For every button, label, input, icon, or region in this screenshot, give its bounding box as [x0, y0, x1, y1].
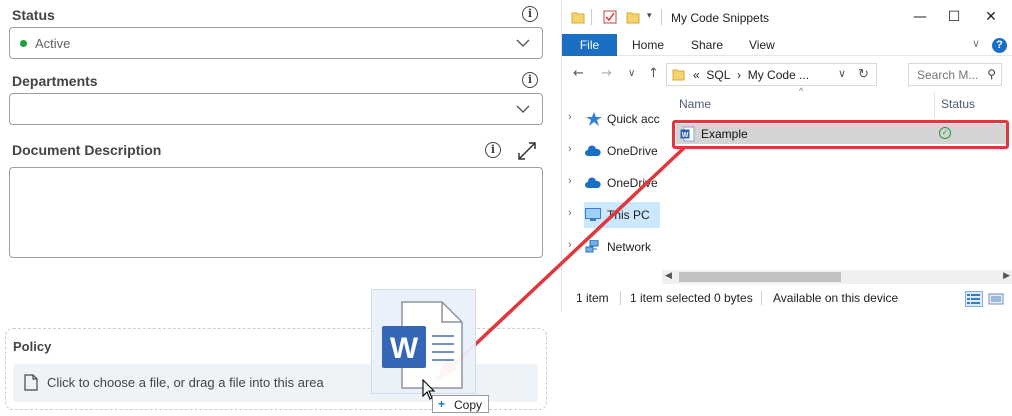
drop-area-text: Click to choose a file, or drag a file i… — [47, 375, 324, 390]
title-bar: ▾ My Code Snippets — ☐ ✕ — [562, 0, 1012, 34]
expand-arrow-icon[interactable]: › — [568, 239, 572, 251]
up-arrow-icon[interactable]: ↑ — [648, 66, 659, 81]
expand-arrow-icon[interactable]: › — [568, 207, 572, 219]
policy-label: Policy — [13, 339, 52, 354]
availability-status: Available on this device — [773, 291, 899, 305]
scrollbar-thumb[interactable] — [679, 272, 841, 282]
description-textarea[interactable] — [9, 167, 543, 258]
search-placeholder: Search M... — [917, 68, 979, 82]
nav-item-onedrive[interactable]: › OneDrive — [562, 138, 662, 164]
network-icon — [585, 240, 599, 253]
selection-size: 0 bytes — [714, 291, 753, 305]
chevron-down-icon — [516, 39, 530, 47]
ribbon-expand-icon[interactable]: ∨ — [972, 37, 980, 50]
copy-tooltip: + Copy — [432, 395, 489, 413]
breadcrumb-overflow[interactable]: « — [693, 68, 700, 82]
status-label: Status — [12, 7, 55, 23]
nav-item-quick-access[interactable]: › Quick acc — [562, 106, 662, 132]
scroll-right-icon[interactable]: ▶ — [1003, 270, 1010, 281]
nav-item-network[interactable]: › Network — [562, 234, 662, 260]
expand-icon[interactable] — [517, 141, 537, 161]
quick-access-dropdown-icon[interactable]: ▾ — [647, 10, 652, 21]
status-divider — [761, 291, 762, 305]
close-button[interactable]: ✕ — [971, 0, 1011, 34]
large-icons-view-button[interactable] — [987, 291, 1005, 307]
help-icon[interactable]: ? — [992, 38, 1007, 53]
item-count: 1 item — [576, 291, 609, 305]
info-icon[interactable]: i — [485, 142, 501, 158]
status-dot-icon — [20, 40, 27, 47]
nav-item-this-pc[interactable]: This PC — [584, 202, 660, 228]
forward-arrow-icon[interactable]: → — [601, 66, 612, 81]
search-input[interactable]: Search M... ⚲ — [908, 63, 1002, 86]
nav-item-label: OneDrive — [607, 144, 658, 158]
plus-icon: + — [438, 397, 446, 411]
tab-file[interactable]: File — [562, 34, 617, 56]
back-arrow-icon[interactable]: ← — [573, 66, 584, 81]
column-header-status[interactable]: Status — [941, 97, 975, 111]
word-document-icon: W — [382, 301, 463, 389]
breadcrumb-separator: › — [737, 68, 742, 82]
maximize-button[interactable]: ☐ — [934, 0, 974, 34]
nav-item-label: Quick acc — [607, 112, 660, 126]
scroll-left-icon[interactable]: ◀ — [665, 270, 672, 281]
info-icon[interactable]: i — [522, 6, 538, 22]
column-divider[interactable] — [934, 92, 935, 118]
highlight-box — [672, 120, 1009, 149]
selection-count: 1 item selected — [630, 291, 711, 305]
recent-locations-icon[interactable]: ∨ — [628, 68, 635, 79]
departments-label: Departments — [12, 73, 98, 89]
properties-icon[interactable] — [603, 10, 617, 24]
description-label: Document Description — [12, 142, 162, 158]
tab-share[interactable]: Share — [691, 38, 723, 52]
search-icon: ⚲ — [987, 67, 996, 81]
breadcrumb-item-current[interactable]: My Code ... — [748, 68, 809, 82]
column-header-name[interactable]: Name — [679, 97, 711, 111]
tab-view[interactable]: View — [749, 38, 775, 52]
status-select-value: Active — [35, 36, 71, 51]
nav-item-onedrive[interactable]: › OneDrive — [562, 170, 662, 196]
address-bar[interactable]: « SQL › My Code ... ∨ ↻ — [666, 63, 877, 86]
star-icon — [586, 112, 602, 126]
nav-item-label: This PC — [607, 208, 650, 222]
breadcrumb-item-sql[interactable]: SQL — [706, 68, 730, 82]
nav-item-label: OneDrive — [607, 176, 658, 190]
details-view-icon — [967, 294, 980, 304]
cloud-icon — [585, 177, 601, 188]
chevron-down-icon — [516, 105, 530, 113]
folder-icon — [672, 69, 685, 81]
monitor-icon — [585, 208, 601, 221]
navigation-pane: › Quick acc › OneDrive › OneDrive › This… — [562, 100, 662, 270]
breadcrumb: « SQL › My Code ... — [693, 68, 809, 82]
window-title: My Code Snippets — [671, 11, 770, 25]
large-icons-view-icon — [988, 293, 1004, 305]
status-divider — [620, 291, 621, 305]
info-icon[interactable]: i — [522, 72, 538, 88]
details-view-button[interactable] — [965, 291, 983, 307]
expand-arrow-icon[interactable]: › — [568, 143, 572, 155]
folder-icon — [571, 12, 585, 24]
copy-tooltip-text: Copy — [454, 398, 483, 412]
file-explorer-window: ▾ My Code Snippets — ☐ ✕ File Home Share… — [561, 0, 1012, 312]
expand-arrow-icon[interactable]: › — [568, 111, 572, 123]
ribbon: File Home Share View ∨ ? — [562, 34, 1012, 56]
tab-home[interactable]: Home — [632, 38, 664, 52]
file-icon — [24, 374, 38, 391]
status-select[interactable]: Active — [9, 27, 543, 59]
status-bar: 1 item 1 item selected 0 bytes Available… — [562, 286, 1012, 310]
departments-select[interactable] — [9, 93, 543, 125]
expand-arrow-icon[interactable]: › — [568, 175, 572, 187]
file-list: ^ Name Status W Example ✓ — [662, 84, 1012, 288]
address-dropdown-icon[interactable]: ∨ — [838, 67, 846, 80]
sort-ascending-icon: ^ — [799, 86, 804, 96]
new-folder-icon[interactable] — [626, 10, 640, 24]
nav-item-label: Network — [607, 240, 652, 254]
svg-text:W: W — [390, 332, 419, 365]
refresh-icon[interactable]: ↻ — [858, 66, 869, 82]
horizontal-scrollbar[interactable]: ◀ ▶ — [662, 270, 1012, 284]
cloud-icon — [585, 145, 601, 156]
